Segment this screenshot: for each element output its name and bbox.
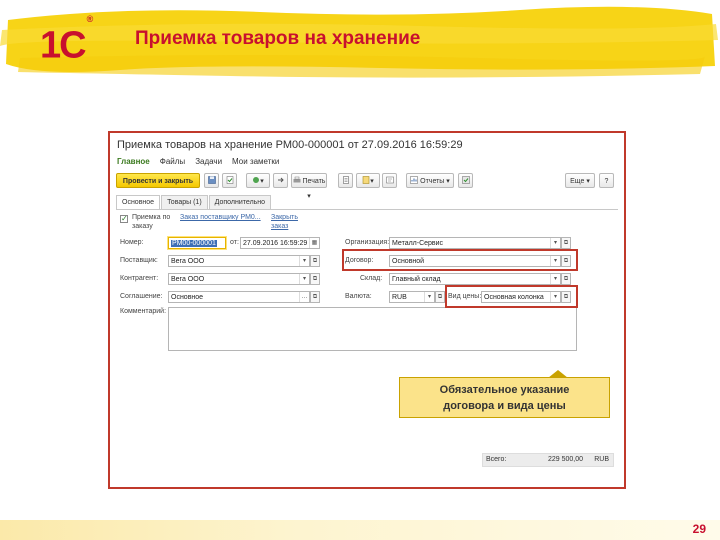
agreement-label: Соглашение: [120, 293, 163, 300]
warehouse-open-button[interactable]: ⧉ [561, 273, 571, 285]
supplier-open-button[interactable]: ⧉ [310, 255, 320, 267]
receive-by-order-label-2: заказу [132, 223, 153, 230]
supplier-label: Поставщик: [120, 257, 158, 264]
chevron-down-icon[interactable]: ▾ [424, 292, 434, 302]
total-value: 229 500,00 [547, 456, 583, 463]
chevron-down-icon[interactable]: ▾ [550, 274, 560, 284]
total-currency: RUB [594, 456, 609, 463]
close-order-link-2[interactable]: заказ [271, 223, 288, 230]
related-docs-button[interactable] [273, 173, 288, 188]
organization-label: Организация: [345, 239, 390, 246]
tasks-button[interactable] [458, 173, 473, 188]
arrow-icon [277, 177, 284, 183]
document-window: Приемка товаров на хранение РМ00-000001 … [108, 131, 626, 489]
structure-button[interactable] [338, 173, 353, 188]
chevron-down-icon[interactable]: ▾ [299, 274, 309, 284]
tab-additional[interactable]: Дополнительно [208, 195, 272, 209]
chevron-down-icon[interactable]: ▾ [550, 238, 560, 248]
window-title: Приемка товаров на хранение РМ00-000001 … [117, 139, 463, 151]
save-button[interactable] [204, 173, 219, 188]
callout-line-1: Обязательное указание [439, 384, 570, 396]
agreement-open-button[interactable]: ⧉ [310, 291, 320, 303]
help-button[interactable]: ? [599, 173, 614, 188]
floppy-icon [207, 176, 216, 184]
contract-highlight [342, 249, 578, 271]
counterparty-field[interactable]: Вега ООО ▾ [168, 273, 310, 285]
history-icon [385, 176, 394, 184]
logo-1c: 1С® [40, 14, 93, 67]
nav-notes[interactable]: Мои заметки [232, 157, 279, 166]
comment-label: Комментарий: [120, 308, 167, 315]
organization-open-button[interactable]: ⧉ [561, 237, 571, 249]
total-bar: Всего: 229 500,00 RUB [482, 453, 614, 467]
report-icon [410, 176, 418, 184]
section-nav: Главное Файлы Задачи Мои заметки [117, 157, 279, 166]
receive-by-order-label-1: Приемка по [132, 214, 171, 221]
callout-note: Обязательное указание договора и вида це… [399, 377, 610, 418]
history-button[interactable] [382, 173, 397, 188]
nav-main[interactable]: Главное [117, 157, 150, 166]
agreement-field[interactable]: Основное … [168, 291, 310, 303]
tasks-icon [461, 176, 470, 184]
post-doc-icon [226, 176, 233, 184]
create-based-icon [253, 177, 260, 184]
printer-icon [293, 176, 301, 183]
date-field[interactable]: 27.09.2016 16:59:29 ▦ [240, 237, 320, 249]
print-button[interactable]: Печать ▾ [291, 173, 327, 200]
callout-line-2: договора и вида цены [443, 400, 566, 412]
currency-field[interactable]: RUB ▾ [389, 291, 435, 303]
attachments-button[interactable]: ▾ [356, 173, 380, 188]
number-field[interactable]: РМ00-000001 [168, 237, 226, 249]
structure-icon [342, 176, 349, 184]
currency-label: Валюта: [345, 293, 372, 300]
nav-files[interactable]: Файлы [160, 157, 185, 166]
currency-open-button[interactable]: ⧉ [435, 291, 445, 303]
slide-title: Приемка товаров на хранение [135, 28, 421, 49]
counterparty-label: Контрагент: [120, 275, 159, 282]
nav-tasks[interactable]: Задачи [195, 157, 222, 166]
organization-field[interactable]: Металл-Сервис ▾ [389, 237, 561, 249]
warehouse-label: Склад: [360, 275, 383, 282]
post-button[interactable] [222, 173, 237, 188]
more-button[interactable]: Еще ▾ [565, 173, 595, 188]
date-label: от: [230, 239, 239, 246]
number-label: Номер: [120, 239, 144, 246]
create-based-on-button[interactable]: ▾ [246, 173, 270, 188]
warehouse-field[interactable]: Главный склад ▾ [389, 273, 561, 285]
chevron-down-icon[interactable]: ▾ [299, 256, 309, 266]
total-label: Всего: [486, 456, 507, 463]
price-type-highlight [445, 285, 578, 308]
counterparty-open-button[interactable]: ⧉ [310, 273, 320, 285]
order-link[interactable]: Заказ поставщику РМ0... [180, 214, 261, 221]
tab-main[interactable]: Основное [116, 195, 161, 209]
footer-strip [0, 520, 720, 540]
calendar-icon[interactable]: ▦ [309, 238, 319, 248]
comment-textarea[interactable] [168, 307, 577, 351]
supplier-field[interactable]: Вега ООО ▾ [168, 255, 310, 267]
tabs: Основное Товары (1) Дополнительно [116, 195, 272, 209]
tab-goods[interactable]: Товары (1) [161, 195, 208, 209]
receive-by-order-checkbox[interactable]: ✓ [120, 215, 128, 223]
close-order-link-1[interactable]: Закрыть [271, 214, 298, 221]
post-and-close-button[interactable]: Провести и закрыть [116, 173, 200, 188]
page-number: 29 [692, 522, 706, 536]
toolbar: Провести и закрыть ▾ Печать ▾ ▾ Отчеты ▾ [116, 173, 618, 200]
tab-divider [116, 209, 618, 210]
reports-button[interactable]: Отчеты ▾ [406, 173, 454, 188]
document-icon [362, 176, 370, 184]
ellipsis-icon[interactable]: … [299, 292, 309, 302]
